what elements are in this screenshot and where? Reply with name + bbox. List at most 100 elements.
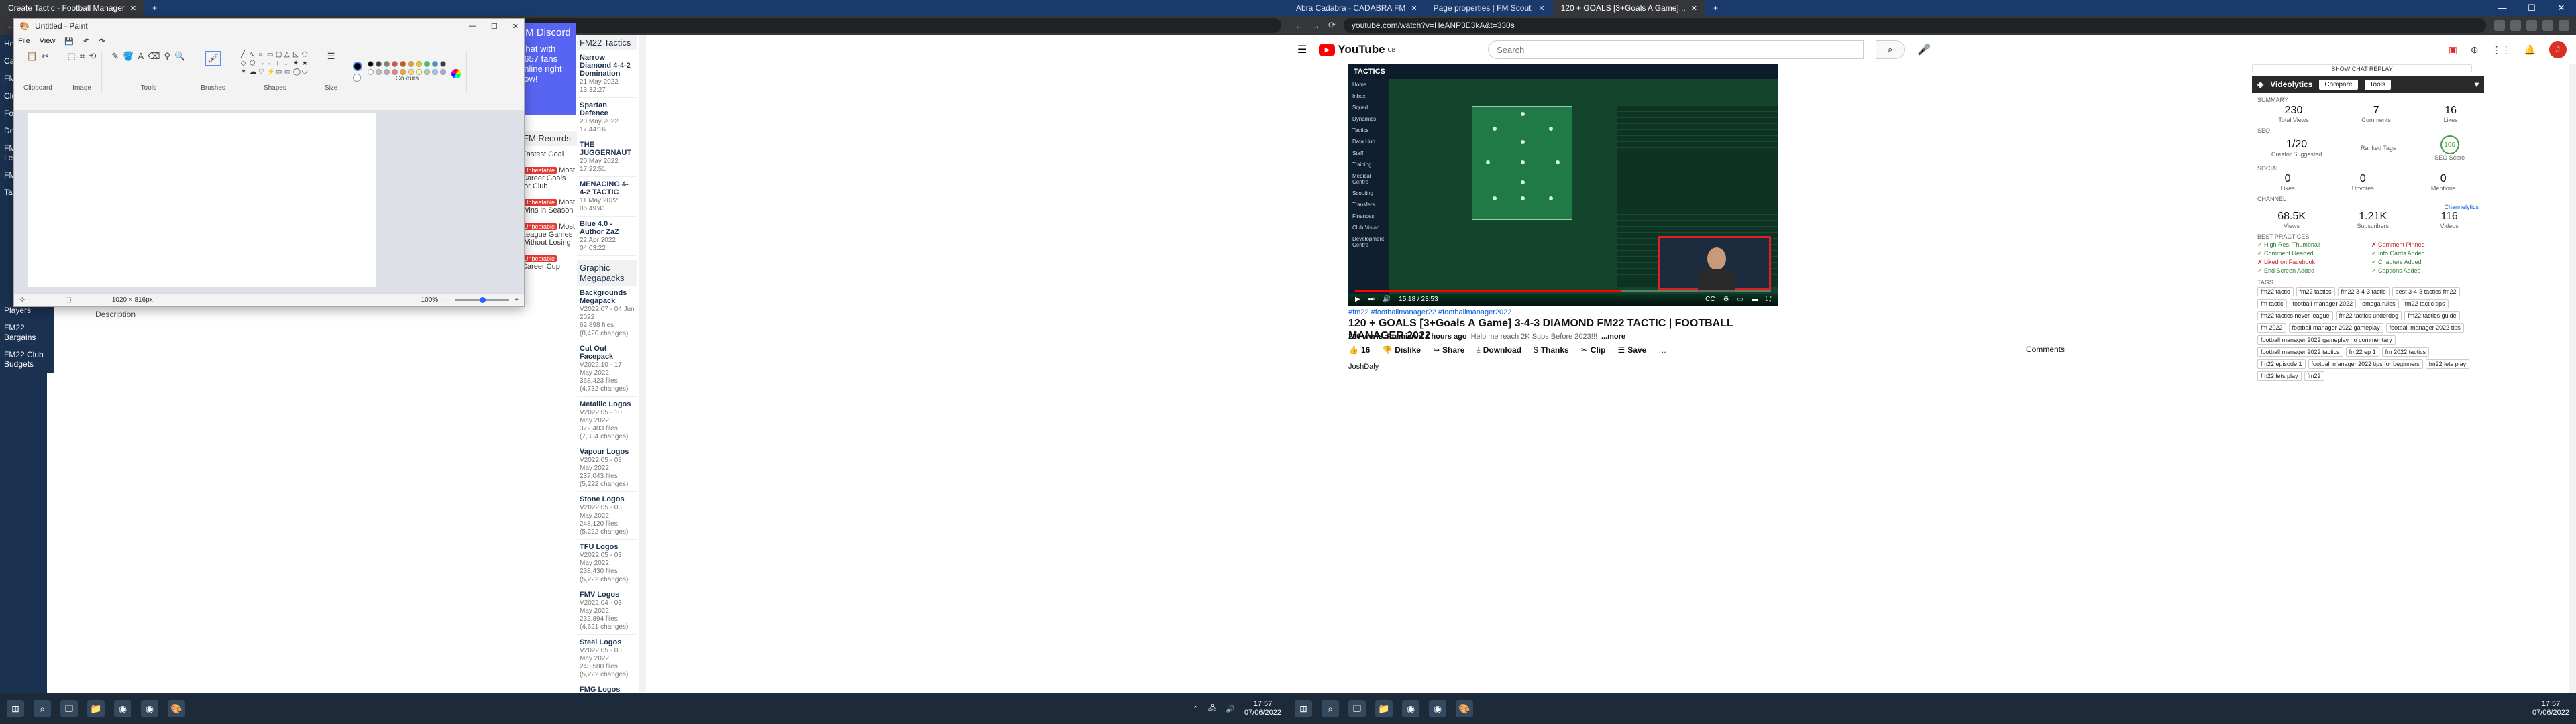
tag-chip[interactable]: fm22 episode 1 [2257,359,2306,369]
tag-chip[interactable]: fm22 lets play [2425,359,2470,369]
settings-icon[interactable]: ⚙ [1723,296,1729,303]
save-icon[interactable]: 💾 [64,37,74,46]
more-link[interactable]: ...more [1601,333,1625,341]
channel-name[interactable]: JoshDaly [1348,363,1379,371]
color-swatch[interactable] [416,68,423,75]
chevron-down-icon[interactable]: ▾ [2475,80,2479,89]
close-icon[interactable]: ✕ [513,22,519,31]
video-player[interactable]: TACTICS Home Inbox Squad Dynamics Tactics Dat… [1348,64,1778,306]
tag-chip[interactable]: fm22 lets play [2257,371,2302,381]
graphic-pack-item[interactable]: Steel Logos V2022.05 - 03 May 2022 248,580… [577,635,637,682]
menu-view[interactable]: View [40,37,56,45]
size-icon[interactable]: ☰ [327,51,335,62]
tag-chip[interactable]: fm22 tactics underdog [2335,311,2402,320]
tag-chip[interactable]: football manager 2022 gameplay [2288,323,2383,333]
tab-fmscout[interactable]: Page properties | FM Scout ✕ [1426,0,1553,16]
explorer-icon[interactable]: 📁 [87,700,105,717]
crop-icon[interactable]: ⌗ [80,51,85,62]
color-swatch[interactable] [432,60,439,67]
color-swatch[interactable] [368,60,374,67]
graphic-pack-item[interactable]: Stone Logos V2022.05 - 03 May 2022 248,120… [577,492,637,540]
record-row[interactable]: Fastest Goal [521,146,577,162]
tag-chip[interactable]: fm22 [2304,371,2324,381]
mic-icon[interactable]: 🎤 [1917,43,1931,56]
paste-icon[interactable]: 📋 [27,51,38,62]
tag-chip[interactable]: fm22 tactic tips [2401,299,2449,308]
brush-icon[interactable]: 🖌 [205,51,221,66]
edit-colours-icon[interactable] [451,68,462,78]
show-chat-replay-button[interactable]: SHOW CHAT REPLAY [2252,64,2472,72]
taskview-icon[interactable]: ❐ [1348,700,1366,717]
undo-icon[interactable]: ↶ [83,37,89,46]
record-row[interactable]: Unbeatable Career Cup [521,251,577,275]
paint-icon[interactable]: 🎨 [168,700,185,717]
chrome-icon[interactable]: ◉ [114,700,131,717]
text-icon[interactable]: A [138,51,144,62]
color-swatch[interactable] [384,68,390,75]
tag-chip[interactable]: fm 2022 [2257,323,2286,333]
clock[interactable]: 17:57 07/06/2022 [1244,700,1281,717]
color-swatch[interactable] [408,60,415,67]
page-scrollbar[interactable] [2569,64,2576,693]
tag-chip[interactable]: football manager 2022 gameplay no commen… [2257,335,2396,345]
picker-icon[interactable]: ⚲ [164,51,171,62]
color-swatch[interactable] [368,68,374,75]
cut-icon[interactable]: ✂ [42,51,49,62]
record-row[interactable]: Unbeatable Most Career Goals for Club [521,162,577,194]
fill-icon[interactable]: 🪣 [123,51,133,62]
rotate-icon[interactable]: ⟲ [89,51,96,62]
tag-chip[interactable]: football manager 2022 tips [2385,323,2464,333]
tag-chip[interactable]: fm22 3-4-3 tactic [2337,287,2390,296]
graphic-pack-item[interactable]: Cut Out Facepack V2022.10 - 17 May 2022 36… [577,341,637,397]
color1-swatch[interactable] [353,61,363,71]
thanks-button[interactable]: $ Thanks [1534,345,1569,355]
forward-icon[interactable]: → [1311,21,1320,31]
fullscreen-icon[interactable]: ⛶ [1766,296,1771,303]
search-input[interactable]: Search [1488,40,1864,59]
reload-icon[interactable]: ⟳ [1328,20,1336,31]
zoom-out-icon[interactable]: — [443,296,450,304]
tab-new[interactable]: + [1705,0,1726,16]
network-icon[interactable]: 🖧 [1208,703,1216,715]
menu-icon[interactable]: ☰ [1297,43,1307,56]
graphic-pack-item[interactable]: FMV Logos V2022.04 - 03 May 2022 232,894 f… [577,587,637,635]
search-icon[interactable]: ⌕ [1322,700,1339,717]
avatar[interactable]: J [2549,41,2567,58]
color-swatch[interactable] [440,68,447,75]
paint-icon[interactable]: 🎨 [1456,700,1473,717]
zoom-in-icon[interactable]: + [515,296,519,304]
windows-start-icon[interactable]: ⊞ [1295,700,1312,717]
tactic-item[interactable]: Narrow Diamond 4-4-2 Domination 21 May 20… [577,50,637,98]
color-swatch[interactable] [400,60,407,67]
hashtags[interactable]: #fm22 #footballmanager22 #footballmanage… [1348,308,1511,316]
tag-chip[interactable]: fm22 ep 1 [2345,347,2379,357]
graphic-pack-item[interactable]: Vapour Logos V2022.05 - 03 May 2022 237,04… [577,444,637,492]
color-swatch[interactable] [400,68,407,75]
theater-icon[interactable]: ▬ [1752,296,1758,303]
volume-icon[interactable]: 🔊 [1226,705,1235,713]
nav-item[interactable]: FM22 Bargains [0,319,54,346]
chevron-up-icon[interactable]: ⌃ [1193,705,1199,713]
tag-chip[interactable]: football manager 2022 [2289,299,2357,308]
tag-chip[interactable]: fm22 tactic [2257,287,2294,296]
color-swatch[interactable] [440,60,447,67]
menu-file[interactable]: File [18,37,30,45]
close-icon[interactable]: ✕ [1411,4,1417,13]
redo-icon[interactable]: ↷ [99,37,105,46]
tag-chip[interactable]: fm22 tactics [2296,287,2335,296]
color-swatch[interactable] [376,68,382,75]
color-swatch[interactable] [392,68,398,75]
tag-chip[interactable]: fm22 tactics never league [2257,311,2333,320]
color-swatch[interactable] [408,68,415,75]
plus-icon[interactable]: + [152,3,157,13]
more-icon[interactable]: … [1658,345,1666,355]
tag-chip[interactable]: fm22 tactics guide [2404,311,2460,320]
tag-chip[interactable]: omega rules [2359,299,2399,308]
color2-swatch[interactable] [353,73,362,82]
extension-icon[interactable]: ▣ [2449,44,2457,56]
page-scrollbar[interactable] [639,35,646,692]
color-swatch[interactable] [384,60,390,67]
create-icon[interactable]: ⊕ [2471,44,2479,56]
address-bar[interactable]: youtube.com/watch?v=HeANP3E3kA&t=330s [1343,18,2486,33]
next-icon[interactable]: ⏭ [1368,296,1375,303]
